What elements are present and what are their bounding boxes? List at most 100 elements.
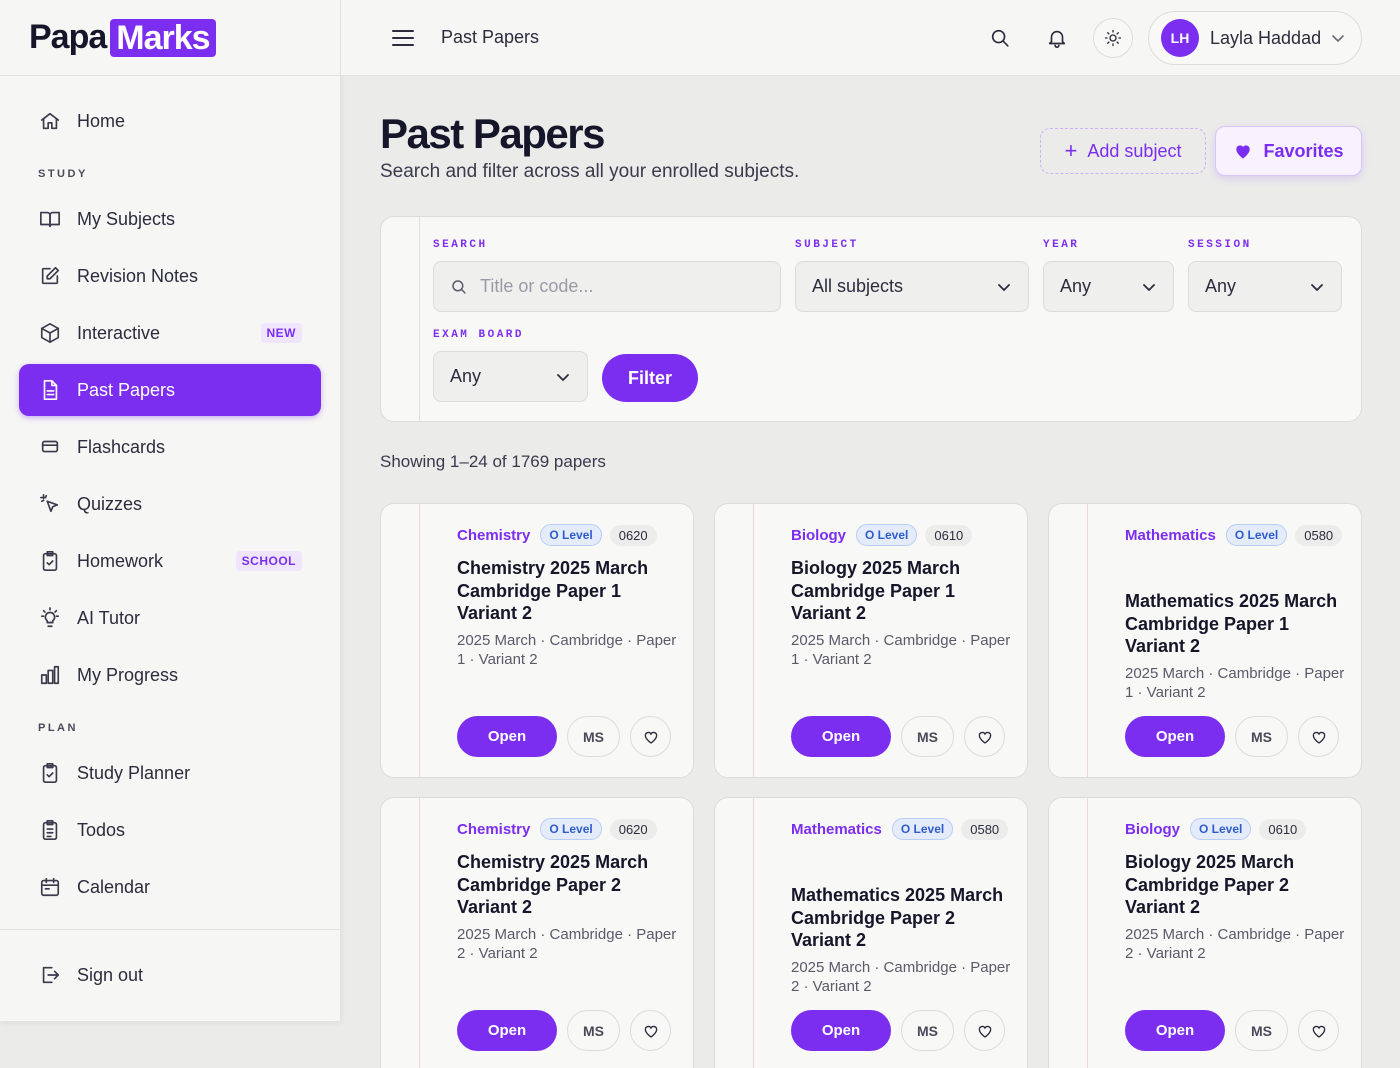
card-actions: Open MS — [457, 716, 671, 757]
year-label: YEAR — [1043, 239, 1080, 251]
lightbulb-icon — [38, 606, 62, 630]
sign-out-icon — [38, 963, 62, 987]
paper-title[interactable]: Mathematics 2025 March Cambridge Paper 2… — [791, 884, 1011, 952]
session-select[interactable]: Any — [1188, 261, 1342, 312]
sidebar-item-revision-notes[interactable]: Revision Notes — [19, 250, 321, 302]
bar-chart-icon — [38, 663, 62, 687]
heart-icon — [978, 731, 991, 744]
search-placeholder: Title or code... — [480, 276, 594, 296]
sidebar-item-homework[interactable]: Homework SCHOOL — [19, 535, 321, 587]
logo[interactable]: Papa Marks — [0, 0, 340, 76]
sidebar-item-my-subjects[interactable]: My Subjects — [19, 193, 321, 245]
page-title: Past Papers — [380, 110, 605, 157]
exam-board-select[interactable]: Any — [433, 351, 588, 402]
mark-scheme-button[interactable]: MS — [1235, 716, 1288, 757]
paper-description: 2025 March · Cambridge · Paper 2 · Varia… — [1125, 926, 1345, 962]
mark-scheme-button[interactable]: MS — [567, 1010, 620, 1051]
open-button[interactable]: Open — [791, 716, 891, 757]
session-label: SESSION — [1188, 239, 1252, 251]
search-input[interactable]: Title or code... — [433, 261, 781, 312]
favorites-button[interactable]: Favorites — [1215, 126, 1362, 176]
section-label-study: STUDY — [38, 168, 88, 180]
open-button[interactable]: Open — [457, 716, 557, 757]
paper-card: Mathematics O Level 0580 Mathematics 202… — [1048, 503, 1362, 778]
sidebar-item-todos[interactable]: Todos — [19, 804, 321, 856]
theme-toggle-button[interactable] — [1093, 18, 1133, 58]
page-subtitle: Search and filter across all your enroll… — [380, 161, 800, 182]
clipboard-check-icon — [38, 549, 62, 573]
paper-title[interactable]: Chemistry 2025 March Cambridge Paper 1 V… — [457, 557, 677, 625]
paper-title[interactable]: Chemistry 2025 March Cambridge Paper 2 V… — [457, 851, 677, 919]
sidebar-item-flashcards[interactable]: Flashcards — [19, 421, 321, 473]
avatar: LH — [1161, 19, 1199, 57]
favorite-button[interactable] — [1298, 1010, 1339, 1051]
code-badge: 0610 — [925, 524, 973, 546]
plus-icon: + — [1064, 138, 1078, 163]
filter-button[interactable]: Filter — [602, 354, 698, 402]
mark-scheme-button[interactable]: MS — [901, 716, 954, 757]
cards-icon — [38, 435, 62, 459]
chevron-down-icon — [1311, 284, 1323, 292]
paper-title[interactable]: Biology 2025 March Cambridge Paper 2 Var… — [1125, 851, 1345, 919]
year-value: Any — [1060, 276, 1092, 296]
sidebar-item-interactive[interactable]: Interactive NEW — [19, 307, 321, 359]
sidebar: Papa Marks Home STUDY My Subjects Revisi… — [0, 0, 341, 1021]
card-meta: Biology O Level 0610 — [791, 524, 1011, 546]
subject-tag[interactable]: Mathematics — [791, 821, 882, 838]
logo-badge: Marks — [110, 18, 216, 57]
sidebar-item-label: My Subjects — [77, 208, 176, 229]
favorite-button[interactable] — [630, 1010, 671, 1051]
sidebar-item-calendar[interactable]: Calendar — [19, 861, 321, 913]
subject-tag[interactable]: Biology — [1125, 821, 1180, 838]
open-button[interactable]: Open — [1125, 1010, 1225, 1051]
subject-tag[interactable]: Chemistry — [457, 527, 530, 544]
level-badge: O Level — [1190, 818, 1252, 840]
sidebar-item-home[interactable]: Home — [19, 95, 321, 147]
search-button[interactable] — [980, 18, 1020, 58]
open-button[interactable]: Open — [791, 1010, 891, 1051]
menu-button[interactable] — [389, 24, 417, 52]
subject-tag[interactable]: Chemistry — [457, 821, 530, 838]
subject-label: SUBJECT — [795, 239, 859, 251]
open-button[interactable]: Open — [457, 1010, 557, 1051]
mark-scheme-button[interactable]: MS — [901, 1010, 954, 1051]
user-menu[interactable]: LH Layla Haddad — [1148, 11, 1362, 65]
heart-icon — [1312, 1025, 1325, 1038]
notifications-button[interactable] — [1037, 18, 1077, 58]
margin-line — [419, 217, 420, 421]
paper-card: Mathematics O Level 0580 Mathematics 202… — [714, 797, 1028, 1068]
sidebar-item-study-planner[interactable]: Study Planner — [19, 747, 321, 799]
sidebar-item-past-papers[interactable]: Past Papers — [19, 364, 321, 416]
search-icon — [452, 279, 466, 294]
favorite-button[interactable] — [964, 1010, 1005, 1051]
year-select[interactable]: Any — [1043, 261, 1174, 312]
paper-title[interactable]: Mathematics 2025 March Cambridge Paper 1… — [1125, 590, 1345, 658]
margin-line — [419, 798, 420, 1068]
favorite-button[interactable] — [964, 716, 1005, 757]
mark-scheme-button[interactable]: MS — [567, 716, 620, 757]
paper-card: Chemistry O Level 0620 Chemistry 2025 Ma… — [380, 503, 694, 778]
sign-out-button[interactable]: Sign out — [19, 949, 321, 1001]
mark-scheme-button[interactable]: MS — [1235, 1010, 1288, 1051]
add-subject-button[interactable]: + Add subject — [1040, 128, 1206, 174]
calendar-icon — [38, 875, 62, 899]
subject-tag[interactable]: Mathematics — [1125, 527, 1216, 544]
card-meta: Chemistry O Level 0620 — [457, 524, 677, 546]
favorite-button[interactable] — [1298, 716, 1339, 757]
sidebar-item-ai-tutor[interactable]: AI Tutor — [19, 592, 321, 644]
bell-icon — [1048, 30, 1066, 48]
favorite-button[interactable] — [630, 716, 671, 757]
subject-tag[interactable]: Biology — [791, 527, 846, 544]
school-badge: SCHOOL — [235, 551, 302, 571]
sidebar-item-my-progress[interactable]: My Progress — [19, 649, 321, 701]
heart-icon — [644, 1025, 657, 1038]
heart-icon — [1236, 145, 1251, 159]
chevron-down-icon — [557, 374, 569, 382]
paper-title[interactable]: Biology 2025 March Cambridge Paper 1 Var… — [791, 557, 1011, 625]
sidebar-item-label: Home — [77, 110, 126, 131]
sidebar-item-label: My Progress — [77, 664, 179, 685]
subject-select[interactable]: All subjects — [795, 261, 1029, 312]
open-button[interactable]: Open — [1125, 716, 1225, 757]
card-meta: Mathematics O Level 0580 — [791, 818, 1011, 840]
sidebar-item-quizzes[interactable]: Quizzes — [19, 478, 321, 530]
